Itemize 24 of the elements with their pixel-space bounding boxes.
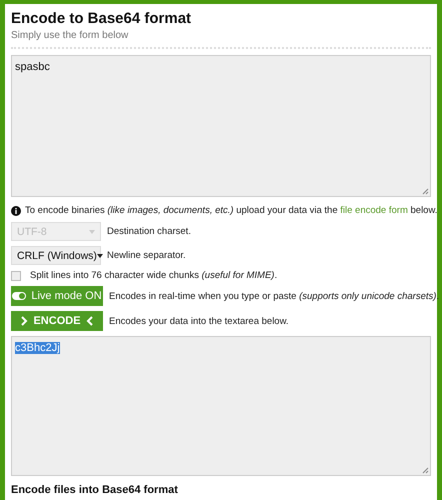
chevron-left-icon [86,316,93,326]
encode-button[interactable]: ENCODE [11,311,103,331]
toggle-icon [12,292,26,300]
info-icon [11,206,21,216]
live-mode-button[interactable]: Live mode ON [11,286,103,306]
checkbox[interactable] [11,270,21,280]
chevron-right-icon [21,316,28,326]
option-label: Encodes in real-time when you type or paste (supports only unicode charsets). [109,290,440,302]
option-label: Newline separator. [107,250,186,261]
dropdown-arrow-icon [89,230,95,234]
select-field[interactable]: CRLF (Windows) [11,246,101,265]
page-subtitle: Simply use the form below [11,30,130,41]
checkbox-label: Split lines into 76 character wide chunks (useful for MIME). [30,270,278,281]
file-encode-link[interactable]: file encode form [340,205,408,216]
page-title: Encode to Base64 format [11,10,192,28]
resize-handle-icon[interactable] [422,188,429,195]
section-heading: Encode files into Base64 format [11,484,179,496]
info-text: To encode binaries (like images, documents, etc.) upload your data via the file encode form below. [25,205,438,216]
resize-handle-icon[interactable] [422,467,429,474]
option-label: Destination charset. [107,226,191,237]
option-label: Encodes your data into the textarea below. [109,316,289,326]
dropdown-arrow-icon [96,254,103,258]
output-field[interactable]: c3Bhc2Jj [11,336,431,476]
input-field[interactable]: spasbc [11,55,431,197]
